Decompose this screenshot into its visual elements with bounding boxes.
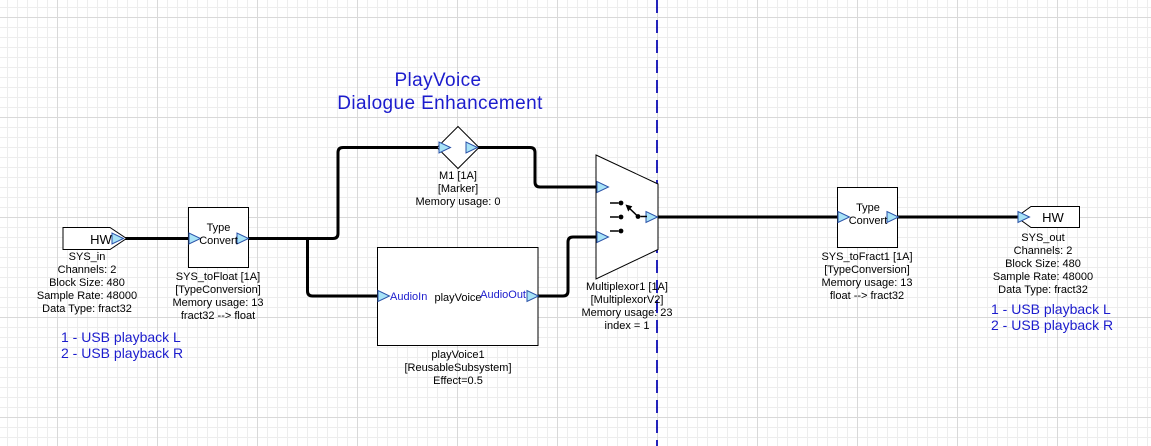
sys-out-name: SYS_out [993,232,1093,245]
sys-out-shape-label: HW [1042,210,1064,225]
sys-in-name: SYS_in [37,251,137,264]
caption-line: SYS_toFloat [1A] [172,271,263,284]
sys-in-prop: Data Type: fract32 [37,303,137,316]
caption-line: Effect=0.5 [405,375,512,388]
wire-branch-to-playvoice[interactable] [308,239,379,297]
playvoice-audioin-label: AudioIn [390,291,427,303]
typeconvert1-label-line1: Type [199,222,238,235]
annotation-title-line2[interactable]: Dialogue Enhancement [337,93,543,115]
typeconvert2-caption: SYS_toFract1 [1A] [TypeConversion] Memor… [821,251,912,303]
channel-note[interactable]: 2 - USB playback R [61,346,183,362]
typeconvert2-label: Type Convert [849,202,888,228]
caption-line: Memory usage: 0 [416,196,501,209]
caption-line: Multiplexor1 [1A] [581,281,672,294]
caption-line: float --> fract32 [821,290,912,303]
caption-line: [Marker] [416,183,501,196]
sys-out-prop: Channels: 2 [993,245,1093,258]
caption-line: index = 1 [581,320,672,333]
wire-typeconvert-to-marker[interactable] [248,148,438,239]
sys-out-channel-notes[interactable]: 1 - USB playback L 2 - USB playback R [991,302,1113,333]
sys-out-prop: Data Type: fract32 [993,284,1093,297]
caption-line: Memory usage: 13 [821,277,912,290]
caption-line: Memory usage: 23 [581,307,672,320]
sys-in-channel-notes[interactable]: 1 - USB playback L 2 - USB playback R [61,330,183,361]
caption-line: Memory usage: 13 [172,297,263,310]
channel-note[interactable]: 2 - USB playback R [991,318,1113,334]
sys-in-shape-label: HW [90,232,112,247]
multiplexor-caption: Multiplexor1 [1A] [MultiplexorV2] Memory… [581,281,672,333]
typeconvert2-label-line1: Type [849,202,888,215]
channel-note[interactable]: 1 - USB playback L [61,330,183,346]
caption-line: [MultiplexorV2] [581,294,672,307]
sys-in-prop: Block Size: 480 [37,277,137,290]
caption-line: [TypeConversion] [172,284,263,297]
channel-note[interactable]: 1 - USB playback L [991,302,1113,318]
typeconvert1-caption: SYS_toFloat [1A] [TypeConversion] Memory… [172,271,263,323]
caption-line: [ReusableSubsystem] [405,362,512,375]
sys-in-caption: SYS_in Channels: 2 Block Size: 480 Sampl… [37,251,137,316]
playvoice-block-label: playVoice [434,292,481,304]
typeconvert1-label-line2: Convert [199,235,238,248]
sys-out-prop: Sample Rate: 48000 [993,271,1093,284]
schematic-canvas[interactable]: PlayVoice Dialogue Enhancement HW SYS_in… [0,0,1151,446]
playvoice-caption: playVoice1 [ReusableSubsystem] Effect=0.… [405,349,512,388]
caption-line: [TypeConversion] [821,264,912,277]
caption-line: fract32 --> float [172,310,263,323]
typeconvert2-label-line2: Convert [849,215,888,228]
playvoice-audioout-label: AudioOut [480,289,526,301]
marker-caption: M1 [1A] [Marker] Memory usage: 0 [416,170,501,209]
caption-line: SYS_toFract1 [1A] [821,251,912,264]
diagram-layer [0,0,1151,446]
sys-out-prop: Block Size: 480 [993,258,1093,271]
caption-line: M1 [1A] [416,170,501,183]
annotation-title-line1[interactable]: PlayVoice [394,70,481,92]
typeconvert1-label: Type Convert [199,222,238,248]
sys-out-caption: SYS_out Channels: 2 Block Size: 480 Samp… [993,232,1093,297]
sys-in-prop: Channels: 2 [37,264,137,277]
sys-in-prop: Sample Rate: 48000 [37,290,137,303]
caption-line: playVoice1 [405,349,512,362]
